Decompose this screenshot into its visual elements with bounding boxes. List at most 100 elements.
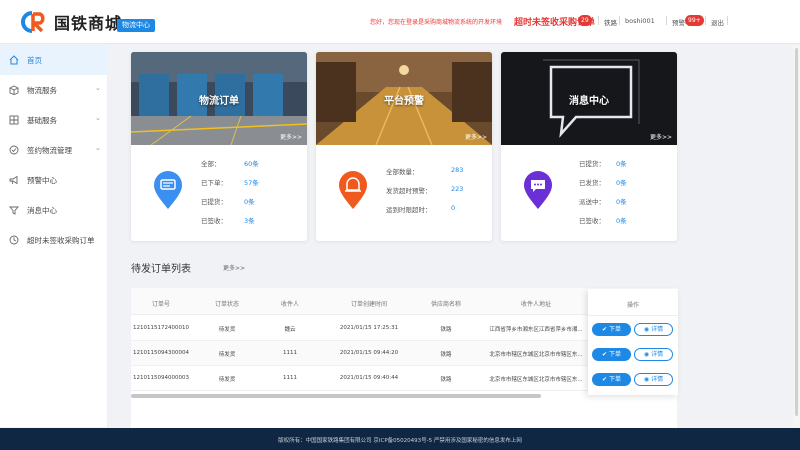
order-button-label: 下单 — [608, 326, 621, 333]
column-header: 收件人地址 — [520, 301, 551, 308]
brand-badge: 物流中心 — [117, 19, 155, 32]
sidebar-item-label: 基础服务 — [27, 116, 57, 125]
created-time: 2021/01/15 09:40:44 — [339, 375, 399, 381]
stat-value[interactable]: 0条 — [616, 158, 627, 168]
bell-icon — [9, 206, 19, 215]
order-button[interactable]: ✔ 下单 — [592, 323, 631, 336]
card-more-link[interactable]: 更多>> — [650, 132, 672, 141]
address: 北京市市辖区东城区北京市市辖区东... — [489, 377, 583, 383]
stat-value[interactable]: 0条 — [616, 196, 627, 206]
stat-label: 发货超时预警： — [386, 187, 432, 195]
address: 北京市市辖区东城区北京市市辖区东... — [489, 352, 583, 358]
logout-link[interactable]: 退出 — [711, 17, 724, 27]
stat-value[interactable]: 0条 — [244, 196, 255, 206]
stat-value[interactable]: 0 — [451, 204, 455, 212]
welcome-message: 您好，您现在登录是采购商城物流系统的开发环境 — [370, 19, 503, 26]
detail-button[interactable]: ◉ 详情 — [634, 373, 673, 386]
supplier: 铁路 — [440, 327, 452, 333]
contract-icon — [9, 145, 19, 155]
address: 江西省萍乡市湘东区江西省萍乡市湘... — [489, 327, 583, 333]
column-header: 订单号 — [151, 301, 170, 308]
card-title: 平台预警 — [384, 96, 424, 107]
stat-value[interactable]: 57条 — [244, 177, 259, 187]
orders-more-link[interactable]: 更多>> — [223, 263, 245, 272]
order-status: 待发货 — [218, 377, 236, 383]
column-header: 供应商名称 — [430, 301, 461, 308]
stat-value[interactable]: 0条 — [616, 177, 627, 187]
recipient: 魏云 — [284, 327, 296, 333]
stat-value[interactable]: 60条 — [244, 158, 259, 168]
divider — [619, 16, 620, 25]
divider — [705, 16, 706, 25]
detail-button-label: 详情 — [651, 326, 664, 333]
sidebar-item-label: 消息中心 — [27, 206, 57, 215]
horizontal-scrollbar[interactable] — [131, 394, 541, 398]
sidebar-item-message-center[interactable]: 消息中心 — [0, 195, 108, 225]
column-header: 订单创建时间 — [350, 301, 387, 308]
page-scrollbar[interactable] — [795, 48, 798, 416]
created-time: 2021/01/15 17:25:31 — [339, 325, 399, 331]
org-link[interactable]: 铁路 — [604, 17, 617, 27]
order-number: 1210115094000003 — [133, 375, 189, 381]
chevron-down-icon: ⌄ — [95, 84, 101, 92]
platform-warning-card: 平台预警 更多>> 全部数量： 283 发货超时预警： 223 运到时限超时： … — [316, 52, 492, 241]
grid-icon — [9, 115, 19, 125]
recipient: 1111 — [283, 375, 297, 381]
stat-value[interactable]: 0条 — [616, 215, 627, 225]
sidebar-item-contract-logistics[interactable]: 签约物流管理 ⌄ — [0, 135, 108, 165]
order-button-label: 下单 — [608, 351, 621, 358]
logistics-orders-card: 物流订单 更多>> 全部： 60条 已下单： 57条 已提货： 0条 已签收： … — [131, 52, 307, 241]
sidebar-item-logistics-service[interactable]: 物流服务 ⌄ — [0, 75, 108, 105]
sidebar-item-warning-center[interactable]: 预警中心 — [0, 165, 108, 195]
message-center-card: 消息中心 更多>> 已提货： 0条 已发货： 0条 派送中： 0条 已签收： 0… — [501, 52, 677, 241]
chevron-down-icon: ⌄ — [95, 144, 101, 152]
column-header: 操作 — [626, 302, 639, 309]
stat-value[interactable]: 3条 — [244, 215, 255, 225]
card-more-link[interactable]: 更多>> — [465, 132, 487, 141]
order-button[interactable]: ✔ 下单 — [592, 348, 631, 361]
sidebar-item-overdue-orders[interactable]: 超时未签收采购订单 — [0, 225, 108, 255]
operations-column: 操作 ✔ 下单 ◉ 详情 ✔ 下单 ◉ 详情 ✔ 下单 ◉ 详情 — [588, 289, 678, 395]
stat-label: 已提货： — [579, 160, 605, 168]
card-title: 物流订单 — [199, 96, 239, 107]
sidebar-item-home[interactable]: 首页 — [0, 45, 108, 75]
stat-label: 全部数量： — [386, 168, 419, 176]
supplier: 铁路 — [440, 352, 452, 358]
stat-label: 已下单： — [201, 179, 227, 187]
detail-button[interactable]: ◉ 详情 — [634, 323, 673, 336]
warning-count-badge: 99+ — [685, 15, 704, 26]
order-status: 待发货 — [218, 327, 236, 333]
truck-icon — [154, 171, 182, 209]
stat-value[interactable]: 223 — [451, 185, 463, 193]
user-link[interactable]: boshi001 — [625, 17, 655, 25]
stat-label: 运到时限超时： — [386, 206, 432, 214]
order-number: 1210115094300004 — [133, 350, 189, 356]
stat-label: 已签收： — [579, 217, 605, 225]
column-header: 订单状态 — [214, 301, 239, 308]
footer: 版权所有：中国国家铁路集团有限公司 京ICP备05020493号-5 严禁用涉及… — [0, 428, 800, 450]
sidebar-item-label: 物流服务 — [27, 86, 57, 95]
stat-label: 全部： — [201, 160, 221, 168]
sidebar: 首页 物流服务 ⌄ 基础服务 ⌄ 签约物流管理 ⌄ 预警中心 消息中心 超时未签… — [0, 45, 108, 427]
stat-label: 已发货： — [579, 179, 605, 187]
megaphone-icon — [9, 175, 18, 185]
top-header: 国铁商城 物流中心 您好，您现在登录是采购商城物流系统的开发环境 超时未签收采购… — [0, 0, 800, 44]
card-more-link[interactable]: 更多>> — [280, 132, 302, 141]
detail-button-label: 详情 — [651, 376, 664, 383]
stat-label: 已提货： — [201, 198, 227, 206]
order-button-label: 下单 — [608, 376, 621, 383]
order-button[interactable]: ✔ 下单 — [592, 373, 631, 386]
divider — [727, 16, 728, 25]
chat-icon — [524, 171, 552, 209]
detail-button[interactable]: ◉ 详情 — [634, 348, 673, 361]
sidebar-item-basic-service[interactable]: 基础服务 ⌄ — [0, 105, 108, 135]
created-time: 2021/01/15 09:44:20 — [339, 350, 399, 356]
chevron-down-icon: ⌄ — [95, 114, 101, 122]
alarm-icon — [339, 171, 367, 209]
stat-value[interactable]: 283 — [451, 166, 463, 174]
brand-logo-icon — [21, 11, 45, 33]
home-icon — [9, 55, 19, 65]
stat-label: 派送中： — [579, 198, 605, 206]
column-header: 收件人 — [280, 301, 299, 308]
divider — [666, 16, 667, 25]
